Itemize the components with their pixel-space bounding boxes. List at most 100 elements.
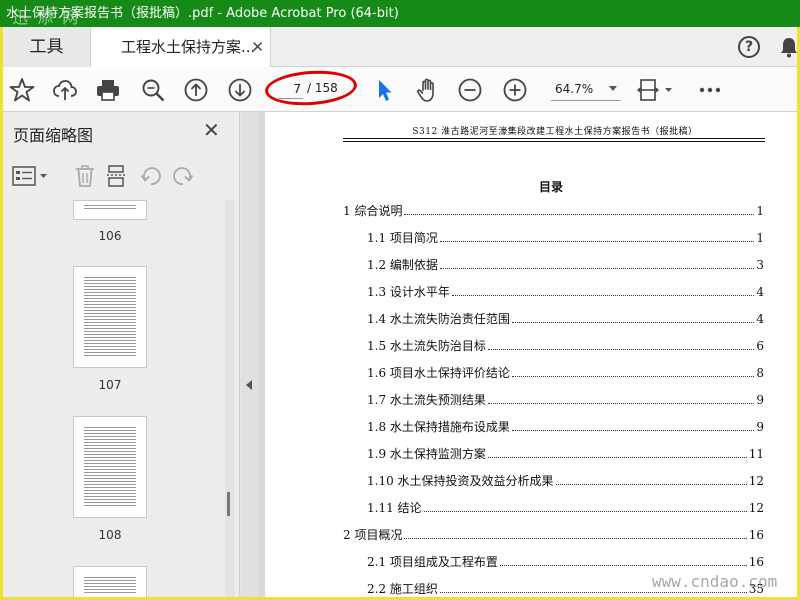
toc-leader-dots: [487, 457, 747, 458]
toc-leader-dots: [404, 538, 747, 539]
toc-leader-dots: [511, 376, 755, 377]
toc-entry[interactable]: 1.5 水土流失防治目标 6: [367, 339, 764, 353]
window-title: 水土保持方案报告书（报批稿）.pdf - Adobe Acrobat Pro (…: [6, 6, 399, 21]
toc-leader-dots: [451, 295, 755, 296]
toc-entry-label: 1.6 项目水土保持评价结论: [367, 366, 510, 380]
toc-entry-label: 1.1 项目简况: [367, 231, 438, 245]
toc-entry[interactable]: 1.8 水土保持措施布设成果 9: [367, 420, 764, 434]
toc-entry-label: 1.10 水土保持投资及效益分析成果: [367, 474, 554, 488]
zoom-level-value: 64.7%: [555, 82, 594, 96]
thumbnail-scroll-thumb[interactable]: [227, 492, 230, 516]
toc-title: 目录: [538, 180, 563, 194]
close-panel-icon[interactable]: ✕: [203, 118, 220, 142]
toc-entry-page: 9: [756, 420, 764, 434]
toc-entry-label: 2 项目概况: [343, 528, 403, 542]
help-icon[interactable]: ?: [738, 36, 760, 58]
toc-entry-page: 1: [756, 231, 764, 245]
watermark-bottom: www.cndao.com: [652, 572, 778, 591]
toc-entry-page: 3: [756, 258, 764, 272]
pdf-page: S312 淮古路泥河至濠集段改建工程水土保持方案报告书（报批稿） 目录 1 综合…: [265, 112, 797, 597]
toc-entry[interactable]: 2.1 项目组成及工程布置 16: [367, 555, 764, 569]
toc-entry[interactable]: 1.3 设计水平年 4: [367, 285, 764, 299]
toc-entry[interactable]: 1 综合说明 1: [343, 204, 764, 218]
toc-entry-label: 1.5 水土流失防治目标: [367, 339, 486, 353]
toc-entry-label: 2.2 施工组织: [367, 582, 438, 596]
toc-leader-dots: [511, 430, 755, 431]
cloud-upload-icon[interactable]: [50, 75, 80, 105]
toc-entry-page: 11: [748, 447, 764, 461]
page-fit-icon[interactable]: [635, 75, 677, 105]
zoom-in-icon[interactable]: [500, 75, 530, 105]
header-rule: [343, 141, 765, 142]
toc-entry-page: 8: [756, 366, 764, 380]
panel-collapse-strip[interactable]: [241, 112, 259, 597]
main-toolbar: / 158 64.7%: [3, 67, 797, 112]
toc-entry-label: 1.7 水土流失预测结果: [367, 393, 486, 407]
toc-entry-label: 1.4 水土流失防治责任范围: [367, 312, 510, 326]
hand-tool-icon[interactable]: [413, 75, 443, 105]
toc-entry[interactable]: 1.2 编制依据 3: [367, 258, 764, 272]
more-options-icon[interactable]: [695, 75, 725, 105]
zoom-out-icon[interactable]: [455, 75, 485, 105]
bell-icon[interactable]: [779, 36, 799, 58]
thumbnail-page-107[interactable]: [73, 266, 147, 368]
print-icon[interactable]: [93, 75, 123, 105]
collapse-arrow-icon: [246, 380, 252, 390]
toc-entry[interactable]: 1.9 水土保持监测方案 11: [367, 447, 764, 461]
toc-leader-dots: [439, 241, 755, 242]
select-cursor-icon[interactable]: [369, 75, 399, 105]
panel-toolbar: [3, 156, 239, 196]
toc-entry[interactable]: 1.6 项目水土保持评价结论 8: [367, 366, 764, 380]
thumbnail-page-108[interactable]: [73, 416, 147, 518]
toc-entry-label: 2.1 项目组成及工程布置: [367, 555, 498, 569]
panel-title: 页面缩略图: [13, 126, 94, 145]
delete-page-icon[interactable]: [71, 162, 99, 190]
rotate-left-icon[interactable]: [137, 162, 165, 190]
highlight-annotation-ellipse: [263, 67, 359, 109]
chevron-down-icon: [609, 86, 617, 91]
toc-entry[interactable]: 1.7 水土流失预测结果 9: [367, 393, 764, 407]
toc-leader-dots: [511, 322, 755, 323]
thumbnail-options-icon[interactable]: [11, 162, 51, 190]
thumbnail-page-109[interactable]: [73, 566, 147, 597]
zoom-search-icon[interactable]: [138, 75, 168, 105]
toc-entry-label: 1.9 水土保持监测方案: [367, 447, 486, 461]
thumbnail-label: 107: [98, 378, 122, 392]
page-thumbnails-panel: 页面缩略图 ✕ 106 107 108: [3, 112, 240, 597]
tab-document-label: 工程水土保持方案...: [121, 38, 256, 56]
tab-bar: 工具 工程水土保持方案... ✕ ?: [3, 27, 799, 68]
document-view[interactable]: S312 淮古路泥河至濠集段改建工程水土保持方案报告书（报批稿） 目录 1 综合…: [259, 112, 797, 597]
toc-entry[interactable]: 1.4 水土流失防治责任范围 4: [367, 312, 764, 326]
thumbnail-label: 108: [98, 528, 122, 542]
toc-entry-label: 1.8 水土保持措施布设成果: [367, 420, 510, 434]
toc-leader-dots: [487, 349, 755, 350]
bookmark-star-icon[interactable]: [7, 75, 37, 105]
toc-leader-dots: [439, 268, 755, 269]
toc-entry-page: 16: [748, 555, 764, 569]
rotate-right-icon[interactable]: [169, 162, 197, 190]
toc-entry-page: 12: [748, 474, 764, 488]
toc-entry-page: 9: [756, 393, 764, 407]
toc-entry-page: 16: [748, 528, 764, 542]
toc-entry-page: 4: [756, 285, 764, 299]
toc-entry[interactable]: 1.10 水土保持投资及效益分析成果 12: [367, 474, 764, 488]
thumbnail-scrollbar[interactable]: [225, 200, 235, 597]
tab-document[interactable]: 工程水土保持方案... ✕: [91, 27, 271, 68]
toc-entry[interactable]: 2 项目概况 16: [343, 528, 764, 542]
next-page-icon[interactable]: [225, 75, 255, 105]
close-tab-icon[interactable]: ✕: [251, 27, 264, 67]
toc-entry[interactable]: 1.1 项目简况 1: [367, 231, 764, 245]
tab-tools[interactable]: 工具: [3, 27, 91, 67]
toc-leader-dots: [404, 214, 755, 215]
toc-entry-label: 1.11 结论: [367, 501, 422, 515]
toc-entry-page: 12: [748, 501, 764, 515]
thumbnail-label: 106: [98, 229, 122, 243]
insert-page-icon[interactable]: [103, 162, 131, 190]
toc-leader-dots: [555, 484, 747, 485]
previous-page-icon[interactable]: [181, 75, 211, 105]
zoom-level-select[interactable]: 64.7%: [551, 77, 621, 101]
header-rule: [343, 138, 765, 139]
toc-entry[interactable]: 1.11 结论 12: [367, 501, 764, 515]
window-title-bar: 水土保持方案报告书（报批稿）.pdf - Adobe Acrobat Pro (…: [0, 0, 800, 27]
thumbnail-page-106[interactable]: [73, 200, 147, 220]
